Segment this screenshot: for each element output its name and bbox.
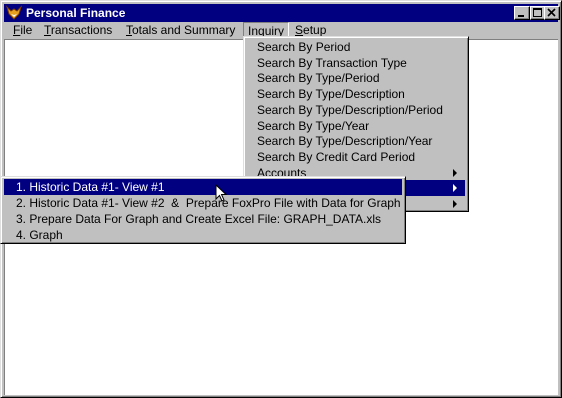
menu-item-search-type-description-period[interactable]: Search By Type/Description/Period — [247, 102, 465, 118]
minimize-icon — [518, 15, 524, 17]
submenu-arrow-icon — [453, 200, 457, 208]
mouse-cursor-icon — [215, 184, 227, 202]
minimize-button[interactable] — [514, 6, 530, 20]
menu-item-label: Search By Type/Description — [257, 87, 405, 101]
submenu-item-label: 1. Historic Data #1- View #1 — [16, 180, 165, 194]
submenu-arrow-icon — [453, 184, 457, 192]
menu-item-search-period[interactable]: Search By Period — [247, 39, 465, 55]
maximize-icon — [533, 8, 542, 17]
menu-item-label: Search By Credit Card Period — [257, 150, 416, 164]
window-title: Personal Finance — [26, 6, 126, 20]
menu-item-label: Search By Type/Period — [257, 71, 380, 85]
submenu-item-graph[interactable]: 4. Graph — [4, 227, 402, 243]
menu-item-search-transaction-type[interactable]: Search By Transaction Type — [247, 55, 465, 71]
app-fox-icon[interactable] — [5, 5, 23, 21]
menu-item-search-type-year[interactable]: Search By Type/Year — [247, 118, 465, 134]
submenu-item-historic-view-2-foxpro[interactable]: 2. Historic Data #1- View #2 & Prepare F… — [4, 195, 402, 211]
menu-totals-label: otals and Summary — [132, 23, 236, 37]
menu-item-label: Search By Type/Description/Year — [257, 134, 433, 148]
menu-setup-mnemonic: S — [295, 23, 304, 37]
menu-item-search-type-period[interactable]: Search By Type/Period — [247, 70, 465, 86]
menu-item-search-type-description-year[interactable]: Search By Type/Description/Year — [247, 133, 465, 149]
submenu-item-historic-view-1[interactable]: 1. Historic Data #1- View #1 — [4, 179, 402, 195]
menu-item-label: Search By Period — [257, 40, 351, 54]
menu-transactions[interactable]: Transactions — [40, 22, 116, 39]
menu-item-label: Search By Transaction Type — [257, 56, 407, 70]
menu-file-label: ile — [20, 23, 33, 37]
historic-data-submenu: 1. Historic Data #1- View #1 2. Historic… — [0, 176, 406, 244]
menu-file[interactable]: File — [9, 22, 36, 39]
submenu-item-label: 4. Graph — [16, 228, 63, 242]
menu-item-search-type-description[interactable]: Search By Type/Description — [247, 86, 465, 102]
menu-item-search-credit-card-period[interactable]: Search By Credit Card Period — [247, 149, 465, 165]
menu-transactions-mnemonic: T — [44, 23, 51, 37]
menu-setup-label: etup — [303, 23, 327, 37]
submenu-item-prepare-excel[interactable]: 3. Prepare Data For Graph and Create Exc… — [4, 211, 402, 227]
submenu-item-label: 2. Historic Data #1- View #2 & Prepare F… — [16, 196, 401, 210]
submenu-item-label: 3. Prepare Data For Graph and Create Exc… — [16, 212, 382, 226]
menu-item-label: Search By Type/Year — [257, 119, 370, 133]
menu-transactions-label: ransactions — [50, 23, 113, 37]
close-button[interactable] — [544, 6, 560, 20]
title-bar[interactable]: Personal Finance — [4, 4, 560, 22]
menu-item-label: Search By Type/Description/Period — [257, 103, 443, 117]
submenu-arrow-icon — [453, 169, 457, 177]
menu-totals-summary[interactable]: Totals and Summary — [122, 22, 239, 39]
close-icon — [547, 8, 556, 17]
